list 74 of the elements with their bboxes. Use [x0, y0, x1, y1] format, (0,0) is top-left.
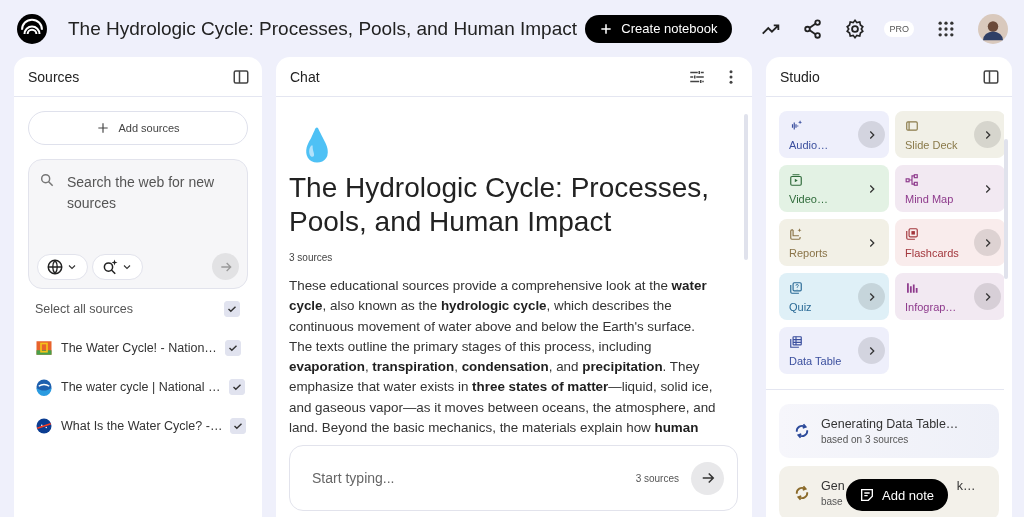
- panel-toggle-icon[interactable]: [232, 67, 250, 86]
- source-title[interactable]: The water cycle | National …: [61, 379, 221, 394]
- studio-tool-card[interactable]: Video…: [779, 165, 889, 212]
- studio-tool-card[interactable]: Slide Deck: [895, 111, 1004, 158]
- select-all-label: Select all sources: [35, 301, 134, 316]
- job-subtitle: based on 3 sources: [821, 434, 910, 445]
- tool-icon: [789, 172, 803, 187]
- job-title: k…: [956, 479, 976, 493]
- studio-tool-card[interactable]: Infograp…: [895, 273, 1004, 320]
- tool-icon: [905, 172, 919, 187]
- research-mode-dropdown[interactable]: [92, 253, 143, 280]
- studio-tool-card[interactable]: Quiz: [779, 273, 889, 320]
- tool-label: Mind Map: [905, 192, 954, 205]
- panel-toggle-icon[interactable]: [982, 67, 1000, 86]
- tool-label: Video…: [789, 192, 828, 205]
- source-count: 3 sources: [289, 252, 334, 263]
- source-favicon-icon: [35, 416, 53, 435]
- avatar-icon[interactable]: [978, 13, 1008, 44]
- tool-icon: [789, 118, 803, 133]
- panel-title: Studio: [780, 68, 821, 85]
- web-source-dropdown[interactable]: [37, 253, 88, 280]
- source-favicon-icon: [35, 338, 53, 357]
- panel-title: Chat: [290, 68, 321, 85]
- logo-icon[interactable]: [17, 13, 47, 44]
- studio-tool-card[interactable]: Mind Map: [895, 165, 1004, 212]
- tool-label: Reports: [789, 246, 828, 259]
- create-notebook-button[interactable]: Create notebook: [585, 14, 733, 43]
- tool-label: Data Table: [789, 354, 842, 367]
- checkbox[interactable]: [224, 300, 240, 317]
- source-title[interactable]: The Water Cycle! - Nation…: [61, 340, 217, 355]
- summary-text: These educational sources provide a comprehensive look at the water cycle, also known as the hydrologic cycle, which describes the continuous movement of water above and below the Earth's surface. The texts outline the primary stages of this process, including evaporation, transpiration, condensation, and precipitation. They emphasize that water exists in three states of matter—liquid, solid ice, and gaseous vapor—as it moves between oceans, the atmosphere, and land. Beyond the basic mechanics, the materials explain how human: [289, 277, 717, 438]
- send-button[interactable]: [691, 461, 724, 495]
- generating-item[interactable]: Generating Data Table… based on 3 sources: [779, 404, 999, 458]
- panel-title: Sources: [28, 68, 81, 85]
- droplet-emoji: 💧: [296, 126, 338, 165]
- studio-tool-card[interactable]: Flashcards: [895, 219, 1004, 266]
- tool-label: Flashcards: [905, 246, 959, 259]
- job-title: Generating Data Table…: [821, 417, 959, 431]
- notebook-title: The Hydrologic Cycle: Processes, Pools, and Human Impact: [68, 17, 577, 40]
- tool-icon: [905, 118, 919, 133]
- checkbox[interactable]: [228, 378, 245, 395]
- studio-tool-card[interactable]: Data Table: [779, 327, 889, 374]
- search-box[interactable]: Search the web for new sources: [28, 159, 248, 289]
- source-title[interactable]: What Is the Water Cycle? -…: [61, 418, 223, 433]
- source-count: 3 sources: [635, 472, 679, 484]
- search-field[interactable]: Search the web for new sources: [67, 172, 239, 216]
- sparkle-search-icon: [101, 257, 119, 276]
- tool-icon: [789, 280, 803, 295]
- tool-label: Slide Deck: [905, 138, 958, 151]
- checkbox[interactable]: [224, 339, 241, 356]
- plus-icon: [96, 121, 111, 135]
- notebook-heading: The Hydrologic Cycle: Processes, Pools, and Human Impact: [289, 171, 711, 239]
- pro-badge: PRO: [884, 20, 914, 37]
- studio-tool-card[interactable]: Reports: [779, 219, 889, 266]
- composer-box[interactable]: Start typing... 3 sources: [289, 445, 738, 511]
- job-title: Gen: [821, 479, 845, 493]
- tool-label: Infograp…: [905, 300, 957, 313]
- note-icon: [859, 487, 875, 503]
- add-sources-button[interactable]: Add sources: [28, 111, 248, 145]
- tool-icon: [789, 334, 803, 349]
- search-icon: [39, 172, 55, 188]
- tool-label: Quiz: [789, 300, 812, 313]
- job-subtitle: base: [821, 496, 844, 507]
- settings-icon[interactable]: [844, 17, 867, 40]
- studio-tool-card[interactable]: Audio…: [779, 111, 889, 158]
- checkbox[interactable]: [230, 417, 247, 434]
- globe-icon: [46, 257, 64, 276]
- add-note-button[interactable]: Add note: [846, 479, 949, 511]
- tool-label: Audio…: [789, 138, 829, 151]
- plus-icon: [599, 21, 614, 36]
- tool-icon: [905, 226, 919, 241]
- tool-icon: [789, 226, 803, 241]
- tool-icon: [905, 280, 919, 295]
- source-favicon-icon: [35, 377, 53, 396]
